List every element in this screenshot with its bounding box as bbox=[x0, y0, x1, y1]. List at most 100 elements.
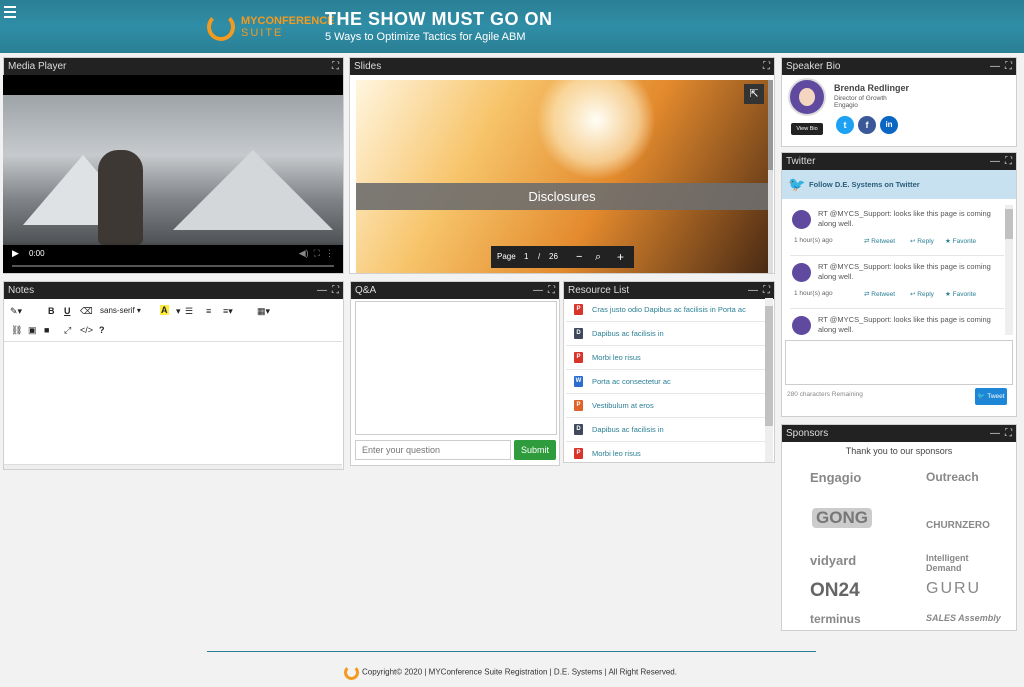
minimize-icon[interactable]: — bbox=[990, 156, 1000, 167]
zoom-icon[interactable]: ⌕ bbox=[595, 246, 601, 268]
list-item[interactable]: P Cras justo odio Dapibus ac facilisis in… bbox=[566, 298, 765, 322]
panel-title: Notes bbox=[8, 285, 35, 296]
fullscreen-icon[interactable]: ⛶ bbox=[332, 61, 339, 72]
twitter-follow-bar[interactable]: 🐦 Follow D.E. Systems on Twitter bbox=[782, 170, 1016, 199]
tweet-item: RT @MYCS_Support: looks like this page i… bbox=[790, 257, 1004, 309]
fullscreen-icon[interactable]: ⛶ bbox=[1005, 428, 1012, 439]
panel-title: Slides bbox=[354, 61, 382, 72]
list-item[interactable]: D Dapibus ac facilisis in bbox=[566, 322, 765, 346]
question-input[interactable] bbox=[355, 440, 511, 460]
logo-line1: MYCONFERENCE bbox=[241, 15, 335, 27]
resource-title[interactable]: Cras justo odio Dapibus ac facilisis in … bbox=[592, 305, 746, 314]
speaker-company: Engagio bbox=[834, 102, 858, 109]
link-icon[interactable]: ⛓ bbox=[11, 325, 22, 336]
hamburger-menu-icon[interactable] bbox=[4, 6, 16, 21]
eraser-icon[interactable]: ⌫ bbox=[80, 306, 93, 317]
powerpoint-icon: P bbox=[574, 400, 583, 411]
sponsor-logo-on24[interactable]: ON24 bbox=[810, 580, 860, 602]
play-icon[interactable]: ▶ bbox=[12, 248, 19, 259]
slides-scrollbar[interactable] bbox=[768, 80, 773, 273]
page-separator: / bbox=[538, 252, 541, 261]
list-item[interactable]: P Vestibulum at eros bbox=[566, 394, 765, 418]
tweet-compose-input[interactable] bbox=[785, 340, 1013, 385]
bullet-list-icon[interactable]: ☰ bbox=[185, 306, 193, 317]
reply-link[interactable]: ↩ Reply bbox=[910, 290, 934, 298]
tweets-scrollbar[interactable] bbox=[1005, 205, 1013, 335]
color-dropdown-icon[interactable]: ▾ bbox=[176, 306, 181, 317]
resource-title[interactable]: Morbi leo risus bbox=[592, 449, 641, 458]
expand-icon[interactable]: ⤢ bbox=[64, 325, 71, 336]
panel-title: Speaker Bio bbox=[786, 61, 841, 72]
notes-header: Notes — ⛶ bbox=[4, 282, 343, 299]
fullscreen-icon[interactable]: ⛶ bbox=[1005, 61, 1012, 72]
fullscreen-icon[interactable]: ⛶ bbox=[548, 285, 555, 296]
resource-title[interactable]: Vestibulum at eros bbox=[592, 401, 654, 410]
fullscreen-icon[interactable]: ⛶ bbox=[332, 285, 339, 296]
list-item[interactable]: D Dapibus ac facilisis in bbox=[566, 418, 765, 442]
table-icon[interactable]: ▦▾ bbox=[257, 306, 270, 317]
favorite-link[interactable]: ★ Favorite bbox=[945, 237, 976, 245]
retweet-link[interactable]: ⇄ Retweet bbox=[864, 237, 895, 245]
resource-title[interactable]: Porta ac consectetur ac bbox=[592, 377, 671, 386]
underline-icon[interactable]: U bbox=[64, 306, 71, 316]
panel-title: Twitter bbox=[786, 156, 816, 167]
list-item[interactable]: P Morbi leo risus bbox=[566, 346, 765, 370]
resource-title[interactable]: Morbi leo risus bbox=[592, 353, 641, 362]
magic-wand-icon[interactable]: ✎▾ bbox=[10, 306, 22, 317]
video-progress-bar[interactable] bbox=[12, 265, 334, 267]
view-bio-button[interactable]: View Bio bbox=[791, 123, 823, 135]
numbered-list-icon[interactable]: ≡ bbox=[206, 306, 211, 316]
sponsor-logo-guru[interactable]: GURU bbox=[926, 580, 981, 598]
bold-icon[interactable]: B bbox=[48, 306, 55, 316]
sponsor-logo-sales-assembly[interactable]: SALES Assembly bbox=[926, 613, 1001, 623]
qa-messages[interactable] bbox=[355, 301, 557, 435]
help-icon[interactable]: ? bbox=[99, 325, 105, 335]
page-current[interactable]: 1 bbox=[524, 246, 528, 268]
notes-editor[interactable] bbox=[4, 343, 342, 463]
minimize-icon[interactable]: — bbox=[317, 285, 327, 296]
sponsor-logo-terminus[interactable]: terminus bbox=[810, 612, 861, 626]
sponsor-logo-vidyard[interactable]: vidyard bbox=[810, 553, 856, 568]
image-icon[interactable]: ▣ bbox=[28, 325, 37, 336]
favorite-link[interactable]: ★ Favorite bbox=[945, 290, 976, 298]
minimize-icon[interactable]: — bbox=[990, 428, 1000, 439]
list-item[interactable]: P Morbi leo risus bbox=[566, 442, 765, 462]
minimize-icon[interactable]: — bbox=[990, 61, 1000, 72]
paragraph-align-icon[interactable]: ≡▾ bbox=[223, 306, 233, 317]
linkedin-icon[interactable]: in bbox=[880, 116, 898, 134]
reply-link[interactable]: ↩ Reply bbox=[910, 237, 934, 245]
fullscreen-icon[interactable]: ⛶ bbox=[1005, 156, 1012, 167]
video-icon[interactable]: ■ bbox=[44, 325, 49, 335]
twitter-icon[interactable]: t bbox=[836, 116, 854, 134]
footer-logo-icon bbox=[344, 665, 359, 680]
editor-resize-handle[interactable] bbox=[4, 464, 342, 469]
submit-button[interactable]: Submit bbox=[514, 440, 556, 460]
minimize-icon[interactable]: — bbox=[533, 285, 543, 296]
sponsor-logo-engagio[interactable]: Engagio bbox=[810, 470, 861, 485]
tweet-button[interactable]: 🐦 Tweet bbox=[975, 388, 1007, 405]
fullscreen-icon[interactable]: ⛶ bbox=[763, 285, 770, 296]
text-color-icon[interactable]: A bbox=[160, 305, 169, 315]
slides-header: Slides ⛶ bbox=[350, 58, 774, 75]
fullscreen-icon[interactable]: ⛶ bbox=[763, 61, 770, 72]
retweet-link[interactable]: ⇄ Retweet bbox=[864, 290, 895, 298]
minimize-icon[interactable]: — bbox=[748, 285, 758, 296]
resource-title[interactable]: Dapibus ac facilisis in bbox=[592, 329, 664, 338]
video-player[interactable]: ▶ 0:00 ◀) ⛶ ⋮ bbox=[3, 75, 343, 273]
font-select[interactable]: sans-serif ▾ bbox=[100, 306, 141, 315]
sponsor-logo-outreach[interactable]: Outreach bbox=[926, 470, 979, 484]
facebook-icon[interactable]: f bbox=[858, 116, 876, 134]
sponsor-logo-intelligent-demand[interactable]: Intelligent Demand bbox=[926, 553, 990, 573]
zoom-in-icon[interactable]: + bbox=[617, 246, 624, 268]
logo-line2: SUITE bbox=[241, 27, 284, 39]
open-external-icon[interactable]: ⇱ bbox=[744, 84, 764, 104]
sponsor-logo-churnzero[interactable]: CHURNZERO bbox=[926, 520, 990, 531]
volume-fullscreen-menu-icons[interactable]: ◀) ⛶ ⋮ bbox=[299, 248, 334, 259]
resource-list: P Cras justo odio Dapibus ac facilisis in… bbox=[566, 298, 765, 462]
resource-title[interactable]: Dapibus ac facilisis in bbox=[592, 425, 664, 434]
list-item[interactable]: W Porta ac consectetur ac bbox=[566, 370, 765, 394]
code-view-icon[interactable]: </> bbox=[80, 325, 93, 335]
zoom-out-icon[interactable]: − bbox=[576, 246, 582, 268]
resource-scrollbar[interactable] bbox=[765, 298, 773, 462]
sponsor-logo-gong[interactable]: GONG bbox=[812, 508, 872, 528]
